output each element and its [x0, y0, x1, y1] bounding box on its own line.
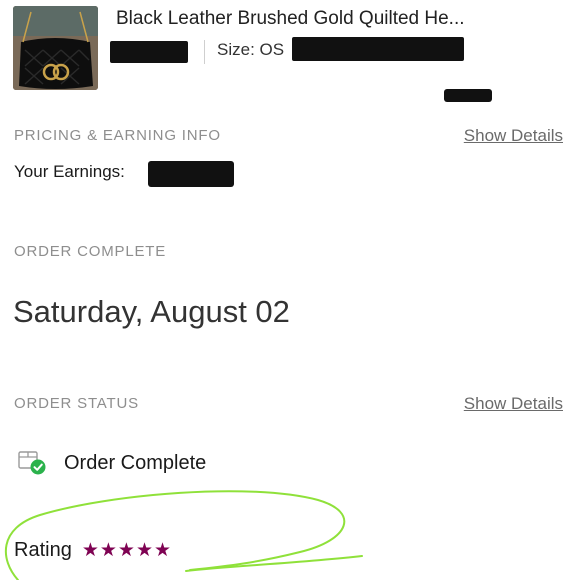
star-icon: ★ — [154, 540, 172, 561]
order-complete-section-label: ORDER COMPLETE — [14, 243, 167, 260]
rating-row: Rating ★ ★ ★ ★ ★ — [14, 539, 172, 562]
pricing-show-details-link[interactable]: Show Details — [464, 126, 563, 146]
star-icon: ★ — [135, 540, 153, 561]
redacted-seller-block — [110, 41, 188, 63]
order-status-text: Order Complete — [64, 451, 207, 474]
redacted-size-block — [292, 37, 464, 61]
redacted-small-block — [444, 89, 492, 102]
order-date: Saturday, August 02 — [13, 294, 290, 329]
divider — [204, 40, 205, 64]
listing-title[interactable]: Black Leather Brushed Gold Quilted He... — [116, 8, 465, 30]
listing-size: Size: OS — [217, 40, 285, 59]
star-icon: ★ — [117, 540, 135, 561]
redacted-earnings-value — [148, 161, 234, 187]
earnings-label: Your Earnings: — [14, 162, 125, 181]
star-icon: ★ — [99, 540, 117, 561]
pricing-section-label: PRICING & EARNING INFO — [14, 127, 221, 144]
star-icon: ★ — [81, 540, 99, 561]
order-status-row: Order Complete — [16, 448, 206, 478]
order-status-section-label: ORDER STATUS — [14, 395, 139, 412]
rating-stars: ★ ★ ★ ★ ★ — [82, 541, 172, 560]
package-check-icon — [16, 449, 48, 477]
handbag-image — [13, 6, 98, 90]
rating-label: Rating — [14, 539, 72, 561]
status-show-details-link[interactable]: Show Details — [464, 394, 563, 414]
listing-thumbnail[interactable] — [13, 6, 98, 90]
